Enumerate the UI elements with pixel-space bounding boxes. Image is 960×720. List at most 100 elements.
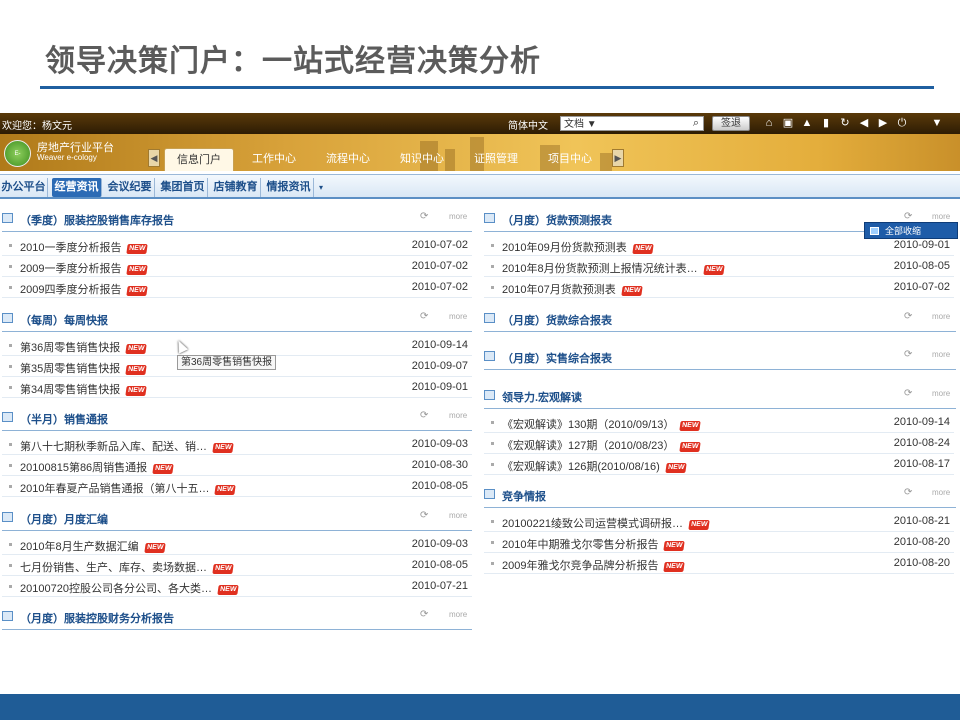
tab-scroll-right-icon[interactable]: ▶ [612, 149, 624, 167]
portlet-title[interactable]: （月度）货款预测报表 [502, 212, 612, 228]
tab-project-center[interactable]: 项目中心 [536, 148, 604, 171]
list-item[interactable]: 第八十七期秋季新品入库、配送、销… NEW 2010-09-03 [2, 435, 472, 455]
item-title[interactable]: 2010年8月份货款预测上报情况统计表… [502, 263, 698, 275]
portlet-title[interactable]: （月度）货款综合报表 [502, 312, 612, 328]
back-icon[interactable]: ◀ [857, 116, 871, 131]
up-icon[interactable]: ▲ [800, 116, 814, 131]
list-item[interactable]: 七月份销售、生产、库存、卖场数据… NEW 2010-08-05 [2, 556, 472, 576]
list-item[interactable]: 20100221绫致公司运营模式调研报… NEW 2010-08-21 [484, 512, 954, 532]
forward-icon[interactable]: ▶ [876, 116, 890, 131]
more-link[interactable]: more [449, 610, 467, 619]
item-title[interactable]: 第35周零售销售快报 [20, 363, 120, 375]
refresh-icon[interactable]: ⟳ [904, 487, 912, 498]
list-item[interactable]: 2010年09月份货款预测表 NEW 2010-09-01 [484, 236, 954, 256]
list-item[interactable]: 《宏观解读》127期（2010/08/23） NEW 2010-08-24 [484, 434, 954, 454]
tab-work-center[interactable]: 工作中心 [240, 148, 308, 171]
list-item[interactable]: 2010年春夏产品销售通报（第八十五… NEW 2010-08-05 [2, 477, 472, 497]
more-link[interactable]: more [932, 350, 950, 359]
more-link[interactable]: more [449, 212, 467, 221]
more-link[interactable]: more [932, 488, 950, 497]
list-item[interactable]: 《宏观解读》130期（2010/09/13） NEW 2010-09-14 [484, 413, 954, 433]
subtab-intelligence-info[interactable]: 情报资讯 [264, 178, 314, 197]
sign-out-button[interactable]: 签退 [712, 116, 750, 131]
list-item[interactable]: 2009年雅戈尔竞争品牌分析报告 NEW 2010-08-20 [484, 554, 954, 574]
item-title[interactable]: 20100221绫致公司运营模式调研报… [502, 518, 683, 530]
list-item[interactable]: 2009四季度分析报告 NEW 2010-07-02 [2, 278, 472, 298]
item-title[interactable]: 2010年春夏产品销售通报（第八十五… [20, 483, 209, 495]
dropdown-icon[interactable]: ▼ [930, 116, 944, 131]
tab-process-center[interactable]: 流程中心 [314, 148, 382, 171]
language-link[interactable]: 简体中文 [508, 117, 548, 132]
refresh-icon[interactable]: ⟳ [420, 609, 428, 620]
subtab-business-info[interactable]: 经营资讯 [52, 178, 102, 197]
item-title[interactable]: 20100815第86周销售通报 [20, 462, 147, 474]
more-link[interactable]: more [932, 312, 950, 321]
portlet-title[interactable]: （每周）每周快报 [20, 312, 108, 328]
refresh-icon[interactable]: ⟳ [904, 349, 912, 360]
list-item[interactable]: 2010年8月份货款预测上报情况统计表… NEW 2010-08-05 [484, 257, 954, 277]
refresh-icon[interactable]: ↻ [838, 116, 852, 131]
item-title[interactable]: 《宏观解读》126期(2010/08/16) [502, 461, 660, 473]
tab-scroll-left-icon[interactable]: ◀ [148, 149, 160, 167]
portlet-title[interactable]: （月度）服装控股财务分析报告 [20, 610, 174, 626]
item-title[interactable]: 2009一季度分析报告 [20, 263, 121, 275]
refresh-icon[interactable]: ⟳ [420, 410, 428, 421]
power-icon[interactable]: ⏻ [895, 116, 909, 131]
list-item[interactable]: 第34周零售销售快报 NEW 2010-09-01 [2, 378, 472, 398]
item-title[interactable]: 2010年中期雅戈尔零售分析报告 [502, 539, 658, 551]
search-icon[interactable]: ⌕ [688, 116, 704, 131]
list-item[interactable]: 20100815第86周销售通报 NEW 2010-08-30 [2, 456, 472, 476]
portlet-title[interactable]: （月度）月度汇编 [20, 511, 108, 527]
list-item[interactable]: 2010一季度分析报告 NEW 2010-07-02 [2, 236, 472, 256]
portlet-title[interactable]: （季度）服装控股销售库存报告 [20, 212, 174, 228]
subtab-office-platform[interactable]: 办公平台 [0, 178, 48, 197]
list-item[interactable]: 2010年07月货款预测表 NEW 2010-07-02 [484, 278, 954, 298]
portlet-title[interactable]: （半月）销售通报 [20, 411, 108, 427]
tab-info-portal[interactable]: 信息门户 [164, 148, 234, 171]
more-link[interactable]: more [449, 511, 467, 520]
list-item[interactable]: 2009一季度分析报告 NEW 2010-07-02 [2, 257, 472, 277]
tab-license-management[interactable]: 证照管理 [462, 148, 530, 171]
portlet-title[interactable]: 领导力.宏观解读 [502, 389, 582, 405]
refresh-icon[interactable]: ⟳ [420, 211, 428, 222]
list-item[interactable]: 第36周零售销售快报 NEW 2010-09-14 [2, 336, 472, 356]
item-title[interactable]: 第八十七期秋季新品入库、配送、销… [20, 441, 207, 453]
more-link[interactable]: more [932, 212, 950, 221]
subtab-meeting-minutes[interactable]: 会议纪要 [105, 178, 155, 197]
subtab-store-education[interactable]: 店铺教育 [211, 178, 261, 197]
list-item[interactable]: 20100720控股公司各分公司、各大类… NEW 2010-07-21 [2, 577, 472, 597]
item-title[interactable]: 20100720控股公司各分公司、各大类… [20, 583, 212, 595]
subtab-more-icon[interactable]: ▾ [316, 178, 326, 197]
collapse-all-menu[interactable]: 全部收缩 [864, 222, 958, 239]
item-title[interactable]: 2010年07月货款预测表 [502, 284, 616, 296]
list-item[interactable]: 2010年中期雅戈尔零售分析报告 NEW 2010-08-20 [484, 533, 954, 553]
refresh-icon[interactable]: ⟳ [420, 311, 428, 322]
more-link[interactable]: more [449, 411, 467, 420]
item-title[interactable]: 2009年雅戈尔竞争品牌分析报告 [502, 560, 658, 572]
item-title[interactable]: 《宏观解读》127期（2010/08/23） [502, 440, 674, 452]
portlet-title[interactable]: （月度）实售综合报表 [502, 350, 612, 366]
home-icon[interactable]: ⌂ [762, 116, 776, 131]
portlet-title[interactable]: 竞争情报 [502, 488, 546, 504]
item-title[interactable]: 2010年8月生产数据汇编 [20, 541, 139, 553]
list-item[interactable]: 2010年8月生产数据汇编 NEW 2010-09-03 [2, 535, 472, 555]
item-title[interactable]: 2010一季度分析报告 [20, 242, 121, 254]
more-link[interactable]: more [932, 389, 950, 398]
item-title[interactable]: 七月份销售、生产、库存、卖场数据… [20, 562, 207, 574]
refresh-icon[interactable]: ⟳ [420, 510, 428, 521]
more-link[interactable]: more [449, 312, 467, 321]
item-title[interactable]: 2009四季度分析报告 [20, 284, 121, 296]
window-icon[interactable]: ▣ [781, 116, 795, 131]
item-title[interactable]: 《宏观解读》130期（2010/09/13） [502, 419, 674, 431]
collapse-all-label[interactable]: 全部收缩 [885, 226, 921, 236]
refresh-icon[interactable]: ⟳ [904, 311, 912, 322]
item-title[interactable]: 2010年09月份货款预测表 [502, 242, 627, 254]
refresh-icon[interactable]: ⟳ [904, 388, 912, 399]
list-item[interactable]: 《宏观解读》126期(2010/08/16) NEW 2010-08-17 [484, 455, 954, 475]
search-type-select[interactable]: 文档 ▼ [560, 116, 704, 131]
tab-knowledge-center[interactable]: 知识中心 [388, 148, 456, 171]
refresh-icon[interactable]: ⟳ [904, 211, 912, 222]
bookmark-icon[interactable]: ▮ [819, 116, 833, 131]
item-title[interactable]: 第34周零售销售快报 [20, 384, 120, 396]
item-title[interactable]: 第36周零售销售快报 [20, 342, 120, 354]
